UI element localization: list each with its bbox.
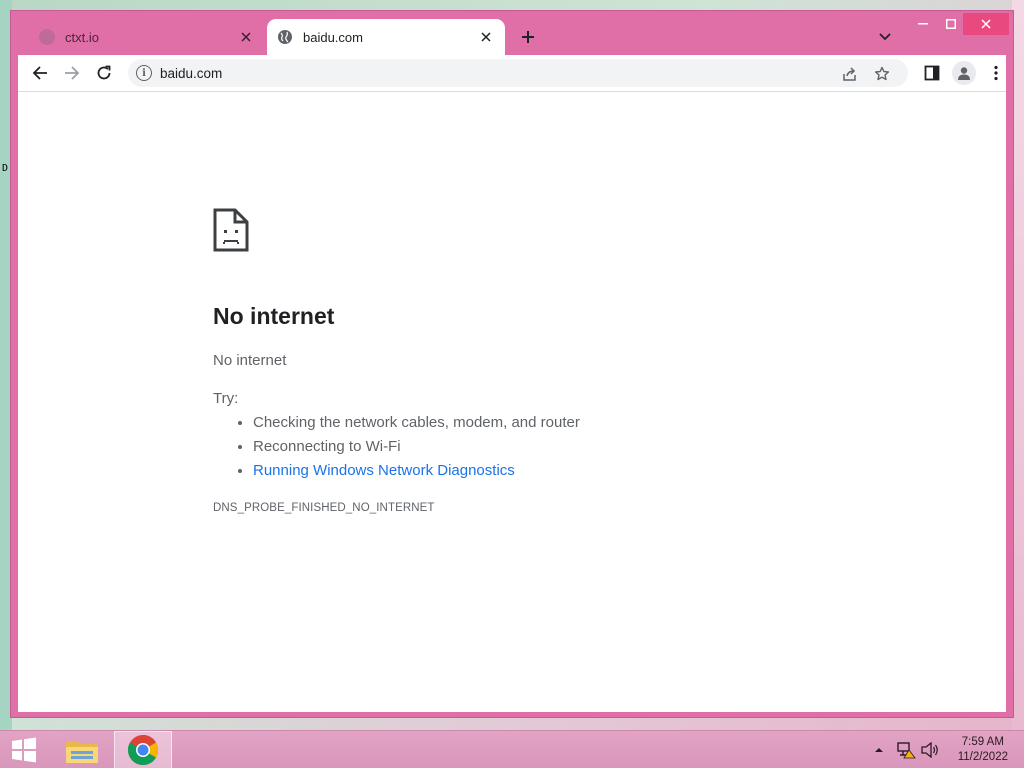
network-status-button[interactable]	[896, 731, 916, 768]
close-icon[interactable]	[237, 28, 255, 46]
close-icon	[981, 19, 991, 29]
address-url: baidu.com	[160, 65, 223, 81]
ctxt-favicon-icon	[39, 29, 55, 45]
minimize-button[interactable]	[911, 13, 935, 35]
suggestion-list: Checking the network cables, modem, and …	[213, 414, 773, 480]
profile-button[interactable]	[952, 61, 976, 85]
tab-baidu[interactable]: baidu.com	[267, 19, 505, 55]
error-code: DNS_PROBE_FINISHED_NO_INTERNET	[213, 502, 435, 514]
tab-ctxt[interactable]: ctxt.io	[29, 19, 265, 55]
suggestion-check-cables: Checking the network cables, modem, and …	[253, 414, 773, 432]
clock-date: 11/2/2022	[957, 751, 1008, 763]
network-diagnostics-link[interactable]: Running Windows Network Diagnostics	[253, 462, 515, 479]
suggestion-network-diagnostics: Running Windows Network Diagnostics	[253, 462, 773, 480]
address-bar[interactable]: i baidu.com	[128, 59, 908, 87]
system-clock[interactable]: 7:59 AM 11/2/2022	[958, 735, 1008, 765]
tab-search-button[interactable]	[875, 27, 895, 47]
chrome-logo-icon	[127, 735, 159, 766]
new-tab-button[interactable]	[516, 25, 540, 49]
menu-button[interactable]	[984, 61, 1008, 85]
show-hidden-icons-button[interactable]	[874, 731, 884, 768]
profile-icon	[958, 67, 970, 80]
taskbar: 7:59 AM 11/2/2022	[0, 730, 1024, 768]
side-panel-button[interactable]	[920, 61, 944, 85]
clock-time: 7:59 AM	[961, 736, 1004, 748]
chevron-down-icon	[879, 33, 891, 41]
back-button[interactable]	[28, 61, 52, 85]
maximize-icon	[946, 19, 956, 29]
suggestion-reconnect-wifi: Reconnecting to Wi-Fi	[253, 438, 773, 456]
error-title: No internet	[213, 303, 335, 329]
folder-icon	[66, 741, 98, 763]
browser-toolbar: i baidu.com	[18, 55, 1006, 91]
forward-button[interactable]	[60, 61, 84, 85]
chevron-up-icon	[875, 748, 883, 752]
bookmark-star-icon[interactable]	[873, 65, 891, 83]
maximize-button[interactable]	[939, 13, 963, 35]
browser-window: ctxt.io baidu.com i baidu.com No interne…	[10, 10, 1014, 718]
info-icon[interactable]: i	[136, 65, 152, 81]
plus-icon	[522, 31, 534, 43]
speaker-icon	[921, 742, 938, 758]
share-icon[interactable]	[841, 65, 859, 83]
error-container: No internet No internet Try: Checking th…	[213, 208, 773, 514]
arrow-left-icon	[32, 66, 47, 80]
file-explorer-button[interactable]	[56, 731, 108, 768]
tab-title: ctxt.io	[65, 29, 99, 45]
globe-icon	[277, 29, 293, 45]
error-subtitle: No internet	[213, 352, 287, 369]
reload-button[interactable]	[92, 61, 116, 85]
start-button[interactable]	[0, 731, 48, 768]
windows-logo-icon	[12, 737, 36, 763]
sad-page-icon	[213, 208, 249, 252]
volume-button[interactable]	[920, 731, 940, 768]
page-content: No internet No internet Try: Checking th…	[18, 91, 1006, 712]
reload-icon	[97, 65, 111, 80]
arrow-right-icon	[65, 66, 80, 80]
chrome-taskbar-button[interactable]	[114, 731, 172, 768]
side-panel-icon	[924, 65, 940, 81]
network-warning-icon	[897, 742, 916, 759]
close-window-button[interactable]	[963, 13, 1009, 35]
kebab-menu-icon	[994, 65, 998, 81]
minimize-icon	[918, 23, 928, 25]
close-icon[interactable]	[477, 28, 495, 46]
try-label: Try:	[213, 390, 239, 407]
tab-strip: ctxt.io baidu.com	[11, 11, 1013, 55]
tab-title: baidu.com	[303, 29, 363, 45]
desktop-cursor-glyph: D	[2, 163, 9, 174]
